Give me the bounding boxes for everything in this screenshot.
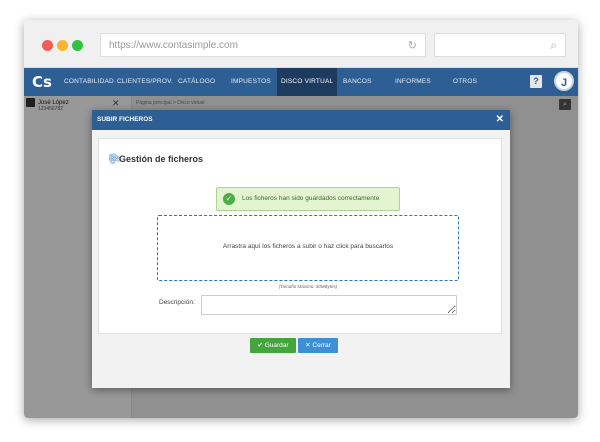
url-text: https://www.contasimple.com [109, 40, 238, 51]
close-dot[interactable] [42, 40, 53, 51]
reload-icon[interactable]: ↻ [408, 39, 417, 52]
save-label: Guardar [264, 342, 289, 349]
browser-chrome: https://www.contasimple.com ↻ ⌕ [24, 20, 578, 68]
nav-item-disco-virtual[interactable]: DISCO VIRTUAL [277, 68, 338, 96]
browser-search-box[interactable]: ⌕ [434, 33, 566, 57]
save-button[interactable]: ✔ Guardar [250, 338, 296, 353]
nav-item-bancos[interactable]: BANCOS [343, 68, 372, 96]
dropzone-text: Arrastra aquí los ficheros a subir o haz… [222, 243, 394, 250]
browser-window: https://www.contasimple.com ↻ ⌕ Cs CONTA… [24, 20, 578, 418]
success-alert: ✓ Los ficheros han sido guardados correc… [216, 187, 400, 211]
nav-item-informes[interactable]: INFORMES [395, 68, 431, 96]
success-message: Los ficheros han sido guardados correcta… [242, 195, 380, 202]
description-label: Descripción: [159, 299, 195, 306]
dialog-header: SUBIR FICHEROS ✕ [92, 110, 510, 130]
file-dropzone[interactable]: Arrastra aquí los ficheros a subir o haz… [157, 215, 459, 281]
save-check-icon: ✔ [257, 342, 265, 349]
cancel-label: Cerrar [312, 342, 331, 349]
app-logo[interactable]: Cs [32, 73, 52, 91]
main-nav: Cs CONTABILIDAD CLIENTES/PROV. CATÁLOGO … [24, 68, 578, 96]
nav-item-catalogo[interactable]: CATÁLOGO [178, 68, 215, 96]
nav-item-contabilidad[interactable]: CONTABILIDAD [64, 68, 114, 96]
check-icon: ✓ [223, 193, 235, 205]
nav-item-otros[interactable]: OTROS [453, 68, 477, 96]
file-panel: 🖇 Gestión de ficheros ✓ Los ficheros han… [98, 138, 502, 334]
dialog-title: SUBIR FICHEROS [97, 116, 153, 123]
address-bar[interactable]: https://www.contasimple.com ↻ [100, 33, 426, 57]
panel-title: Gestión de ficheros [119, 154, 204, 164]
max-size-note: (Tamaño Máximo: 30MBytes) [278, 284, 338, 289]
avatar[interactable]: J [554, 71, 574, 91]
upload-dialog: SUBIR FICHEROS ✕ 🖇 Gestión de ficheros ✓… [92, 110, 510, 388]
cancel-button[interactable]: ✕ Cerrar [298, 338, 338, 353]
close-icon[interactable]: ✕ [496, 110, 504, 130]
nav-item-impuestos[interactable]: IMPUESTOS [231, 68, 271, 96]
search-icon: ⌕ [550, 38, 557, 52]
maximize-dot[interactable] [72, 40, 83, 51]
description-field[interactable] [201, 295, 457, 315]
help-icon[interactable]: ? [530, 75, 542, 88]
nav-item-clientes[interactable]: CLIENTES/PROV. [117, 68, 173, 96]
minimize-dot[interactable] [57, 40, 68, 51]
